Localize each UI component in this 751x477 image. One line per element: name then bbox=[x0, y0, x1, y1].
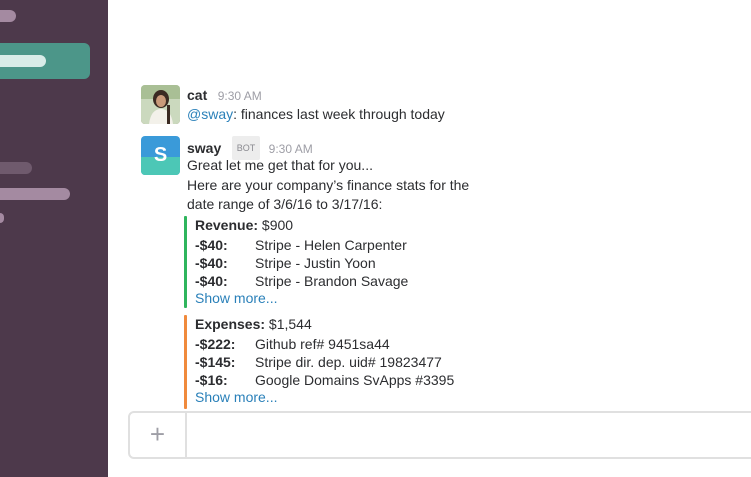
message-input[interactable] bbox=[190, 413, 751, 457]
table-row: -$145: Stripe dir. dep. uid# 19823477 bbox=[195, 353, 515, 371]
message-text-body: : finances last week through today bbox=[233, 106, 445, 122]
sidebar-item[interactable] bbox=[0, 213, 4, 223]
message-text: @sway: finances last week through today bbox=[187, 105, 445, 124]
table-row: -$40: Stripe - Brandon Savage bbox=[195, 272, 515, 290]
attachment-title: Expenses: $1,544 bbox=[195, 315, 515, 333]
attachment-color-bar bbox=[184, 315, 187, 409]
attachment-color-bar bbox=[184, 216, 187, 308]
sidebar-item-label bbox=[0, 55, 46, 67]
description: Stripe - Brandon Savage bbox=[255, 273, 409, 289]
amount: -$16: bbox=[195, 372, 228, 388]
table-row: -$40: Stripe - Helen Carpenter bbox=[195, 236, 515, 254]
amount: -$40: bbox=[195, 273, 228, 289]
amount: -$222: bbox=[195, 336, 236, 352]
plus-icon[interactable]: + bbox=[130, 413, 187, 457]
message-text: Here are your company’s finance stats fo… bbox=[187, 177, 470, 193]
sidebar bbox=[0, 0, 108, 477]
description: Stripe - Helen Carpenter bbox=[255, 237, 407, 253]
message-pane: cat 9:30 AM @sway: finances last week th… bbox=[108, 0, 751, 477]
avatar[interactable] bbox=[141, 85, 180, 124]
description: Github ref# 9451sa44 bbox=[255, 336, 390, 352]
sidebar-item[interactable] bbox=[0, 188, 70, 200]
message-text: date range of 3/6/16 to 3/17/16: bbox=[187, 196, 383, 212]
sender-name[interactable]: sway bbox=[187, 140, 221, 156]
avatar-letter: S bbox=[153, 144, 168, 166]
message-text: Great let me get that for you... bbox=[187, 157, 373, 173]
amount: -$145: bbox=[195, 354, 236, 370]
sidebar-item[interactable] bbox=[0, 162, 32, 174]
show-more-link[interactable]: Show more... bbox=[195, 389, 515, 405]
attachment-title: Revenue: $900 bbox=[195, 216, 515, 234]
table-row: -$222: Github ref# 9451sa44 bbox=[195, 335, 515, 353]
attachment-label: Expenses: bbox=[195, 316, 266, 332]
table-row: -$40: Stripe - Justin Yoon bbox=[195, 254, 515, 272]
avatar[interactable]: S bbox=[141, 136, 180, 175]
attachment-total: $1,544 bbox=[265, 316, 312, 332]
description: Stripe dir. dep. uid# 19823477 bbox=[255, 354, 442, 370]
amount: -$40: bbox=[195, 255, 228, 271]
attachment-label: Revenue: bbox=[195, 217, 259, 233]
table-row: -$16: Google Domains SvApps #3395 bbox=[195, 371, 515, 389]
message-composer: + bbox=[128, 411, 751, 459]
revenue-attachment: Revenue: $900 -$40: Stripe - Helen Carpen… bbox=[184, 216, 515, 308]
sidebar-item[interactable] bbox=[0, 10, 16, 22]
description: Stripe - Justin Yoon bbox=[255, 255, 376, 271]
show-more-link[interactable]: Show more... bbox=[195, 290, 515, 306]
sender-name[interactable]: cat bbox=[187, 87, 207, 103]
sidebar-item-active[interactable] bbox=[0, 43, 90, 79]
expenses-attachment: Expenses: $1,544 -$222: Github ref# 9451s… bbox=[184, 315, 515, 409]
user-mention[interactable]: @sway bbox=[187, 106, 233, 122]
timestamp[interactable]: 9:30 AM bbox=[269, 142, 313, 156]
description: Google Domains SvApps #3395 bbox=[255, 372, 455, 388]
amount: -$40: bbox=[195, 237, 228, 253]
timestamp[interactable]: 9:30 AM bbox=[218, 89, 262, 103]
attachment-total: $900 bbox=[258, 217, 294, 233]
